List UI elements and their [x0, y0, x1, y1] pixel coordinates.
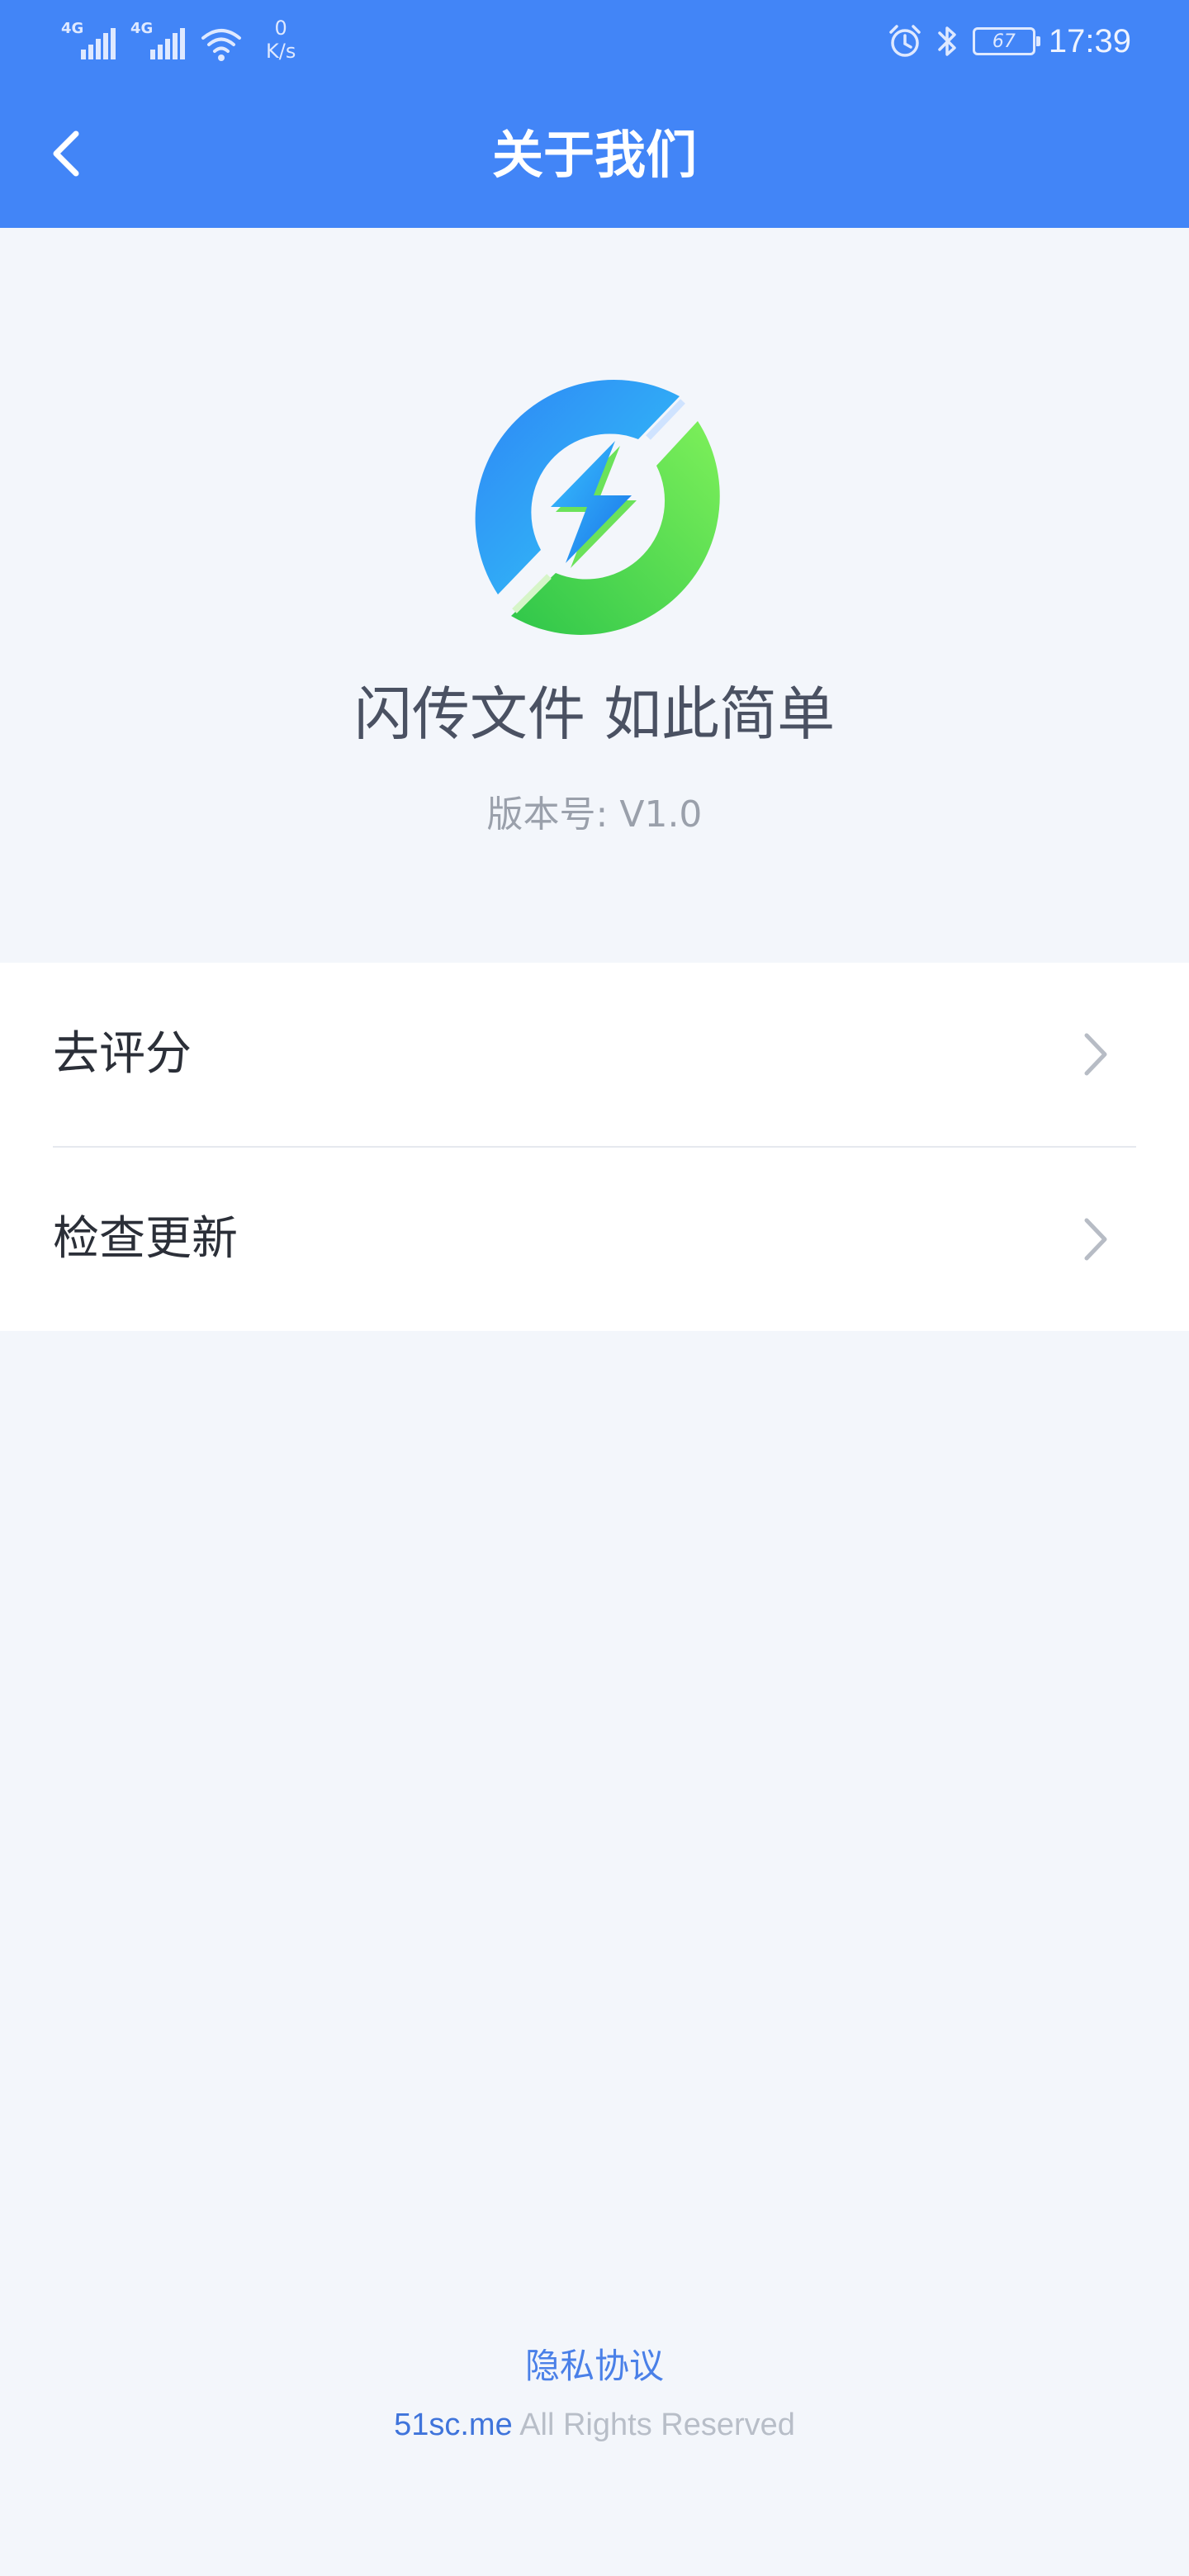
app-logo — [475, 380, 720, 635]
status-bar: 4G 4G 0 K/s 67 17:39 — [0, 0, 1189, 83]
status-bar-left: 4G 4G 0 K/s — [61, 17, 296, 69]
rights-text: All Rights Reserved — [519, 2408, 795, 2442]
check-update-item[interactable]: 检查更新 — [0, 1148, 1189, 1331]
website-link[interactable]: 51sc.me — [394, 2408, 513, 2442]
settings-menu: 去评分 检查更新 — [0, 963, 1189, 1331]
copyright-line: 51sc.me All Rights Reserved — [0, 2398, 1189, 2452]
battery-level: 67 — [992, 31, 1016, 52]
status-time: 17:39 — [1048, 22, 1131, 59]
cell-signal-2: 4G — [130, 17, 188, 59]
network-speed-value: 0 — [274, 17, 287, 40]
app-slogan: 闪传文件 如此简单 — [353, 680, 836, 748]
network-speed-unit: K/s — [266, 40, 296, 63]
cell-signal-1: 4G — [61, 17, 119, 59]
alarm-icon — [889, 25, 921, 57]
chevron-right-icon — [1084, 1218, 1107, 1261]
battery-indicator: 67 — [972, 27, 1040, 55]
status-bar-right: 67 17:39 — [887, 18, 1131, 64]
rate-app-item[interactable]: 去评分 — [0, 963, 1189, 1146]
menu-item-label: 检查更新 — [53, 1212, 238, 1266]
network-speed: 0 K/s — [266, 17, 296, 63]
wifi-icon — [201, 29, 241, 61]
bluetooth-icon — [938, 26, 956, 56]
version-label: 版本号: V1.0 — [486, 793, 703, 836]
signal-bars-icon — [150, 28, 185, 59]
app-header: 4G 4G 0 K/s 67 17:39 关于我们 — [0, 0, 1189, 228]
privacy-policy-link[interactable]: 隐私协议 — [0, 2338, 1189, 2394]
menu-item-label: 去评分 — [53, 1027, 192, 1081]
signal-bars-icon — [81, 28, 116, 59]
chevron-right-icon — [1084, 1033, 1107, 1076]
page-title: 关于我们 — [491, 125, 697, 185]
